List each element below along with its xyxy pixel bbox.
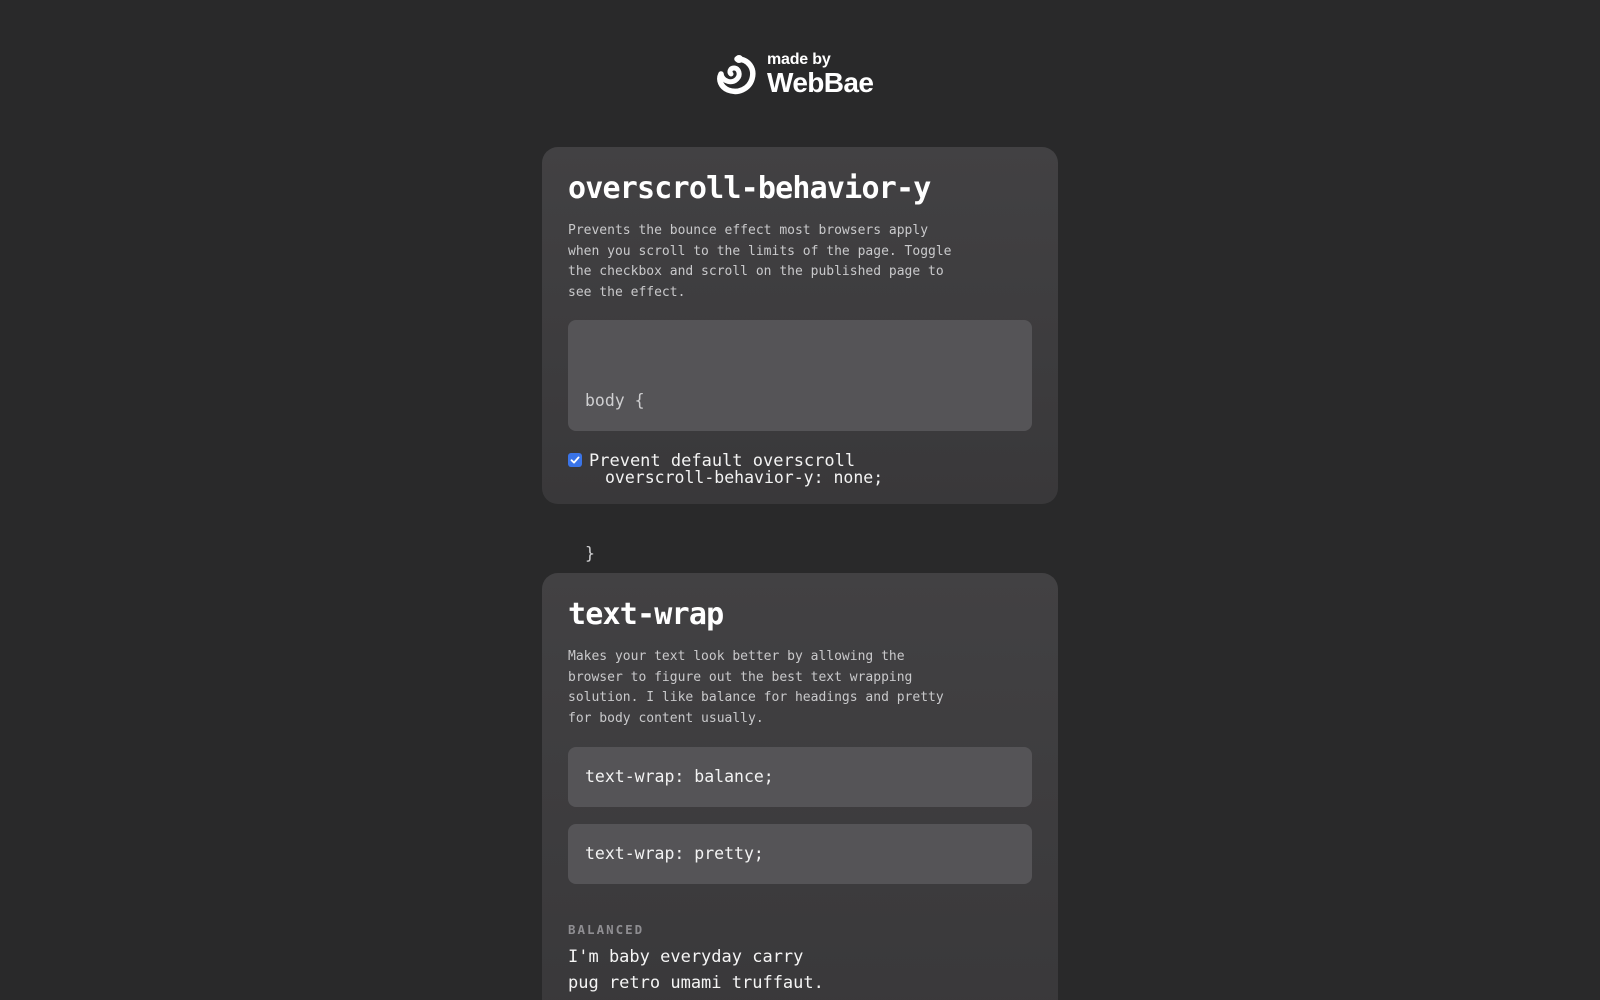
code-line: text-wrap: pretty; xyxy=(585,843,764,863)
code-line: body { xyxy=(585,391,645,410)
overscroll-behavior-card: overscroll-behavior-y Prevents the bounc… xyxy=(542,147,1058,563)
card-description: Prevents the bounce effect most browsers… xyxy=(568,223,952,300)
code-block-pretty: text-wrap: pretty; xyxy=(568,824,1032,884)
webbae-swirl-icon xyxy=(717,55,756,95)
prevent-overscroll-checkbox[interactable] xyxy=(568,453,582,467)
code-line: } xyxy=(585,544,595,563)
prevent-overscroll-toggle[interactable]: Prevent default overscroll xyxy=(568,449,1032,473)
checkmark-icon xyxy=(570,456,580,464)
balanced-section-label: BALANCED xyxy=(568,922,645,937)
logo-brand-text: WebBae xyxy=(767,66,874,98)
balanced-sample-text: I'm baby everyday carry pug retro umami … xyxy=(568,947,824,993)
card-title: text-wrap xyxy=(568,597,724,632)
text-wrap-card: text-wrap Makes your text look better by… xyxy=(542,573,1058,1000)
code-block: body { overscroll-behavior-y: none; } xyxy=(568,320,1032,563)
card-description: Makes your text look better by allowing … xyxy=(568,649,944,726)
card-title: overscroll-behavior-y xyxy=(568,171,931,206)
logo-made-by-text: made by xyxy=(767,50,831,68)
made-by-webbae-logo[interactable]: made by WebBae xyxy=(713,50,874,98)
code-line: text-wrap: balance; xyxy=(585,766,774,786)
checkbox-label: Prevent default overscroll xyxy=(589,451,856,471)
code-block-balance: text-wrap: balance; xyxy=(568,747,1032,807)
